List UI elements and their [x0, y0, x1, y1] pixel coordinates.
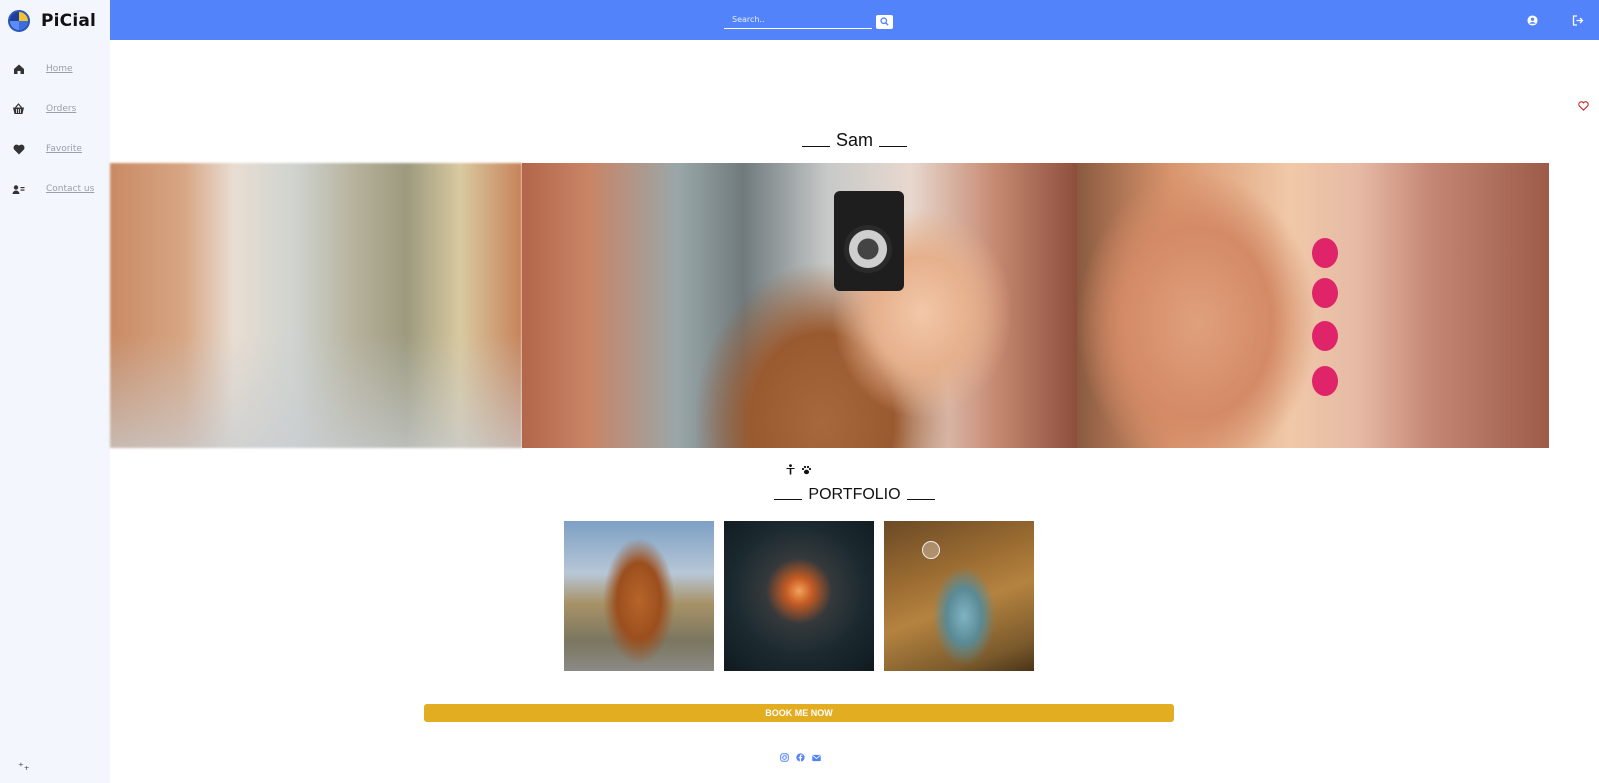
sidebar-item-label: Orders — [46, 104, 77, 114]
search-input[interactable] — [724, 10, 872, 29]
sidebar-item-label: Contact us — [46, 184, 95, 194]
hero-photo-left — [110, 163, 522, 448]
contact-card-icon — [12, 183, 25, 196]
specialty-icons — [786, 460, 812, 479]
divider — [801, 146, 830, 147]
earring-bead — [1312, 238, 1338, 268]
user-account-icon[interactable] — [1526, 14, 1538, 26]
home-icon — [12, 63, 25, 76]
email-icon[interactable] — [812, 753, 821, 762]
sidebar-item-orders[interactable]: Orders — [12, 100, 76, 118]
brand-name: PiCial — [41, 11, 97, 31]
heart-outline-icon[interactable] — [1578, 96, 1589, 115]
search-icon — [880, 17, 889, 26]
sidebar-item-contact[interactable]: Contact us — [12, 180, 94, 198]
divider — [906, 499, 935, 500]
earring-bead — [1312, 321, 1338, 351]
portfolio-heading: PORTFOLIO — [110, 486, 1599, 504]
sidebar-item-favorite[interactable]: Favorite — [12, 140, 82, 158]
camera-aperture-logo-icon — [8, 10, 30, 32]
earring-bead — [1312, 366, 1338, 396]
earring-bead — [1312, 278, 1338, 308]
top-bar — [110, 0, 1599, 40]
hero-photo-right — [1077, 163, 1549, 448]
person-icon — [786, 460, 795, 479]
bubble-shape — [922, 541, 940, 559]
book-me-now-button[interactable]: BOOK ME NOW — [424, 704, 1174, 722]
divider — [879, 146, 907, 147]
sidebar: PiCial Home Orders Favorite Contact us ⁺… — [0, 0, 110, 783]
instagram-icon[interactable] — [780, 753, 789, 762]
search-button[interactable] — [876, 14, 893, 29]
portfolio-title: PORTFOLIO — [808, 486, 901, 503]
divider — [774, 499, 803, 500]
portfolio-photo-child[interactable] — [884, 521, 1034, 671]
brand[interactable]: PiCial — [8, 8, 96, 34]
hero-photo-center — [522, 163, 1077, 448]
heart-icon — [12, 143, 25, 156]
sidebar-item-label: Home — [46, 64, 73, 74]
search-bar — [724, 10, 893, 29]
sidebar-item-label: Favorite — [46, 144, 82, 154]
paw-icon — [801, 460, 812, 479]
add-plus-icon[interactable]: ⁺₊ — [18, 760, 30, 773]
facebook-icon[interactable] — [796, 753, 805, 762]
portfolio-photo-tunnel[interactable] — [724, 521, 874, 671]
social-links — [780, 753, 821, 762]
camera-lens-shape — [844, 225, 892, 273]
photographer-name-heading: Sam — [110, 130, 1599, 151]
portfolio-photo-dog[interactable] — [564, 521, 714, 671]
basket-icon — [12, 103, 25, 116]
logout-icon[interactable] — [1572, 14, 1584, 26]
sidebar-item-home[interactable]: Home — [12, 60, 73, 78]
photographer-name: Sam — [835, 130, 873, 150]
